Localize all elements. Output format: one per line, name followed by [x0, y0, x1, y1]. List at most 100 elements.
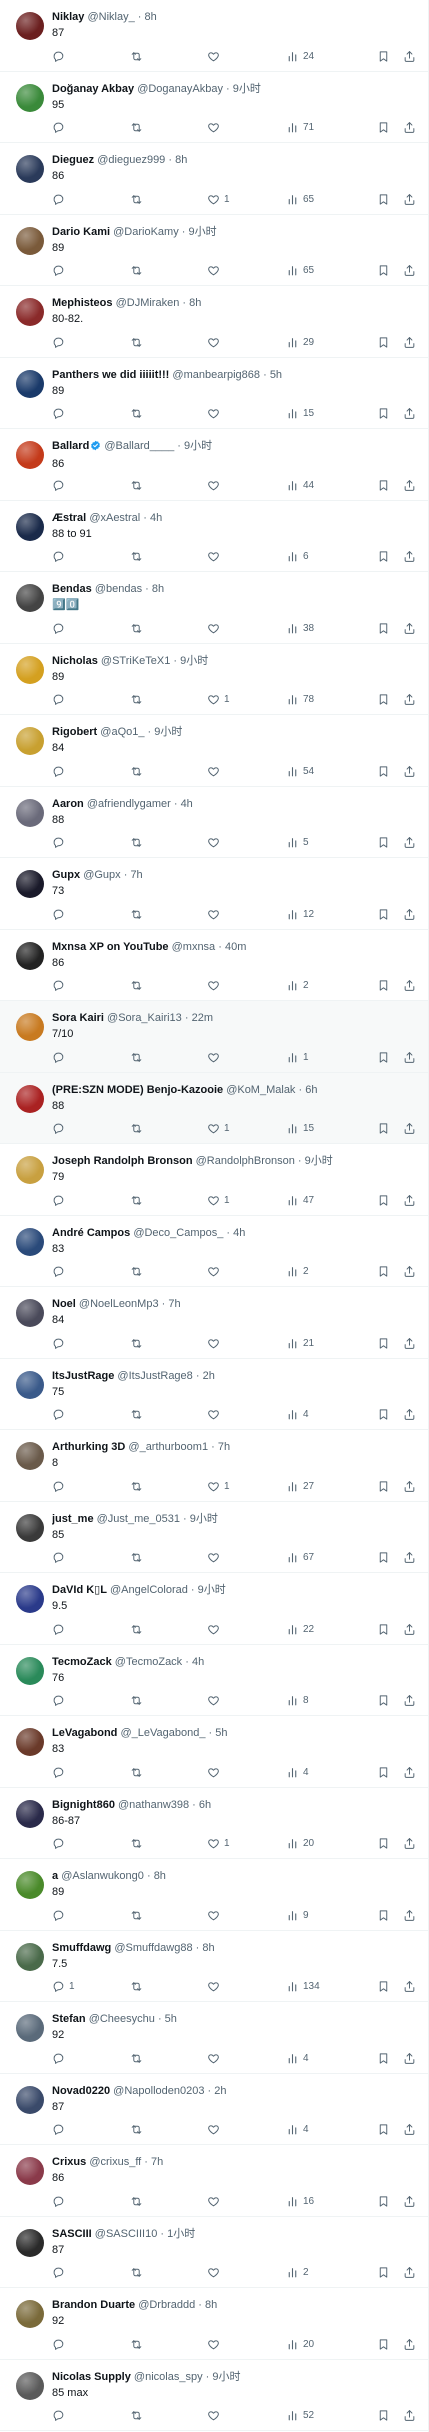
author-name[interactable]: Smuffdawg — [52, 1942, 111, 1954]
share-button[interactable] — [403, 1478, 416, 1494]
tweet[interactable]: Sora Kairi @Sora_Kairi13 · 22m 7/10 1 — [0, 1001, 428, 1073]
timestamp[interactable]: 4h — [150, 512, 162, 524]
author-name[interactable]: Mxnsa XP on YouTube — [52, 941, 169, 953]
views-button[interactable]: 15 — [286, 1121, 314, 1137]
timestamp[interactable]: 4h — [181, 798, 193, 810]
retweet-button[interactable] — [130, 2336, 147, 2352]
author-name[interactable]: Nicholas — [52, 655, 98, 667]
views-button[interactable]: 1 — [286, 1049, 309, 1065]
author-handle[interactable]: @Gupx — [83, 869, 120, 881]
like-button[interactable] — [207, 2408, 224, 2424]
author-handle[interactable]: @Cheesychu — [89, 2013, 155, 2025]
author-handle[interactable]: @ItsJustRage8 — [117, 1370, 192, 1382]
author-name[interactable]: Ballard — [52, 440, 89, 452]
author-name[interactable]: Æstral — [52, 512, 86, 524]
views-button[interactable]: 52 — [286, 2408, 314, 2424]
avatar[interactable] — [16, 727, 44, 755]
retweet-button[interactable] — [130, 1121, 147, 1137]
bookmark-button[interactable] — [377, 1192, 390, 1208]
reply-button[interactable] — [52, 1693, 69, 1709]
bookmark-button[interactable] — [377, 620, 390, 636]
bookmark-button[interactable] — [377, 2050, 390, 2066]
retweet-button[interactable] — [130, 1979, 147, 1995]
views-button[interactable]: 78 — [286, 692, 314, 708]
tweet[interactable]: Noel @NoelLeonMp3 · 7h 84 21 — [0, 1287, 428, 1359]
bookmark-button[interactable] — [377, 2265, 390, 2281]
share-button[interactable] — [403, 1407, 416, 1423]
avatar[interactable] — [16, 2085, 44, 2114]
tweet[interactable]: Panthers we did iiiiit!!! @manbearpig868… — [0, 358, 428, 429]
retweet-button[interactable] — [130, 2122, 147, 2138]
share-button[interactable] — [403, 1621, 416, 1637]
like-button[interactable] — [207, 2265, 224, 2281]
views-button[interactable]: 29 — [286, 334, 314, 350]
bookmark-button[interactable] — [377, 2336, 390, 2352]
reply-button[interactable] — [52, 692, 69, 708]
avatar[interactable] — [16, 1013, 44, 1041]
retweet-button[interactable] — [130, 1407, 147, 1423]
timestamp[interactable]: 7h — [218, 1441, 230, 1453]
author-handle[interactable]: @Deco_Campos_ — [133, 1227, 223, 1239]
author-name[interactable]: Dieguez — [52, 154, 94, 166]
tweet[interactable]: Mephisteos @DJMiraken · 8h 80-82. 29 — [0, 286, 428, 358]
retweet-button[interactable] — [130, 1264, 147, 1280]
retweet-button[interactable] — [130, 549, 147, 565]
author-handle[interactable]: @Drbraddd — [138, 2299, 195, 2311]
like-button[interactable]: 1 — [207, 1478, 230, 1494]
reply-button[interactable]: 1 — [52, 1979, 75, 1995]
like-button[interactable] — [207, 48, 224, 64]
author-handle[interactable]: @bendas — [95, 583, 142, 595]
avatar[interactable] — [16, 512, 44, 541]
retweet-button[interactable] — [130, 1478, 147, 1494]
retweet-button[interactable] — [130, 1693, 147, 1709]
like-button[interactable] — [207, 1550, 224, 1566]
views-button[interactable]: 44 — [286, 477, 314, 493]
timestamp[interactable]: 5h — [215, 1727, 227, 1739]
share-button[interactable] — [403, 2408, 416, 2424]
share-button[interactable] — [403, 1764, 416, 1780]
views-button[interactable]: 2 — [286, 2265, 309, 2281]
reply-button[interactable] — [52, 1335, 69, 1351]
retweet-button[interactable] — [130, 120, 147, 136]
share-button[interactable] — [403, 978, 416, 994]
views-button[interactable]: 15 — [286, 406, 314, 422]
avatar[interactable] — [16, 2300, 44, 2328]
bookmark-button[interactable] — [377, 1478, 390, 1494]
tweet[interactable]: Niklay @Niklay_ · 8h 87 24 — [0, 0, 428, 72]
timestamp[interactable]: 4h — [233, 1227, 245, 1239]
share-button[interactable] — [403, 2265, 416, 2281]
views-button[interactable]: 22 — [286, 1621, 314, 1637]
tweet[interactable]: Mxnsa XP on YouTube @mxnsa · 40m 86 2 — [0, 930, 428, 1001]
reply-button[interactable] — [52, 835, 69, 851]
reply-button[interactable] — [52, 978, 69, 994]
timestamp[interactable]: 8h — [189, 297, 201, 309]
avatar[interactable] — [16, 298, 44, 326]
like-button[interactable] — [207, 1979, 224, 1995]
avatar[interactable] — [16, 655, 44, 684]
retweet-button[interactable] — [130, 620, 147, 636]
views-button[interactable]: 4 — [286, 2050, 309, 2066]
retweet-button[interactable] — [130, 1836, 147, 1852]
tweet[interactable]: Aaron @afriendlygamer · 4h 88 5 — [0, 787, 428, 858]
retweet-button[interactable] — [130, 763, 147, 779]
author-handle[interactable]: @crixus_ff — [89, 2156, 141, 2168]
share-button[interactable] — [403, 1907, 416, 1923]
author-handle[interactable]: @Ballard____ — [104, 440, 174, 452]
share-button[interactable] — [403, 2050, 416, 2066]
share-button[interactable] — [403, 191, 416, 207]
like-button[interactable] — [207, 1764, 224, 1780]
timestamp[interactable]: 9小时 — [184, 440, 212, 452]
reply-button[interactable] — [52, 1407, 69, 1423]
share-button[interactable] — [403, 1192, 416, 1208]
author-handle[interactable]: @nathanw398 — [118, 1799, 189, 1811]
bookmark-button[interactable] — [377, 1049, 390, 1065]
share-button[interactable] — [403, 406, 416, 422]
timestamp[interactable]: 6h — [305, 1084, 317, 1096]
timestamp[interactable]: 9小时 — [198, 1584, 226, 1596]
tweet[interactable]: Ballard @Ballard____ · 9小时 86 44 — [0, 429, 428, 501]
reply-button[interactable] — [52, 1621, 69, 1637]
tweet[interactable]: Joseph Randolph Bronson @RandolphBronson… — [0, 1144, 428, 1216]
like-button[interactable] — [207, 406, 224, 422]
retweet-button[interactable] — [130, 1764, 147, 1780]
share-button[interactable] — [403, 1121, 416, 1137]
